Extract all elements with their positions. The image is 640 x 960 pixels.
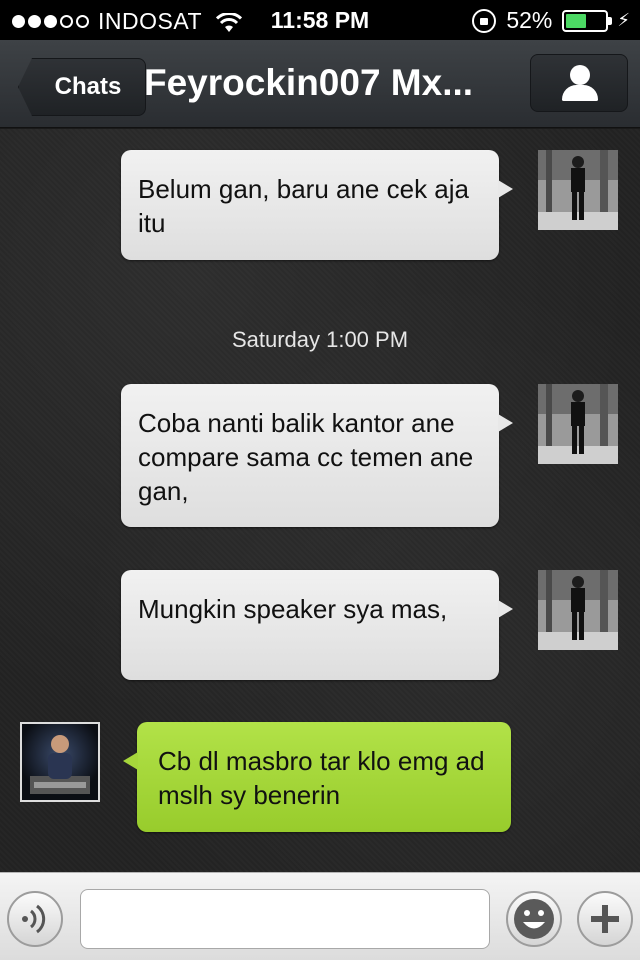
avatar[interactable] xyxy=(538,150,618,230)
message-text: Mungkin speaker sya mas, xyxy=(138,594,448,624)
rotation-lock-icon xyxy=(472,8,497,33)
message-text: Belum gan, baru ane cek aja itu xyxy=(138,174,469,238)
message-text: Coba nanti balik kantor ane compare sama… xyxy=(138,408,474,506)
back-button[interactable]: Chats xyxy=(18,58,146,116)
message-bubble-outgoing[interactable]: Mungkin speaker sya mas, xyxy=(121,570,513,680)
message-text: Cb dl masbro tar klo emg ad mslh sy bene… xyxy=(158,746,485,810)
message-bubble-outgoing[interactable]: Coba nanti balik kantor ane compare sama… xyxy=(121,384,513,527)
charging-icon: ⚡ xyxy=(617,10,630,30)
plus-button[interactable] xyxy=(577,891,633,947)
avatar[interactable] xyxy=(538,570,618,650)
back-button-label: Chats xyxy=(54,73,122,100)
message-bubble-incoming[interactable]: Cb dl masbro tar klo emg ad mslh sy bene… xyxy=(123,722,511,832)
chat-title: Feyrockin007 Mx... xyxy=(144,62,474,103)
nav-bar: Chats Feyrockin007 Mx... xyxy=(0,40,640,128)
emoji-icon xyxy=(508,899,560,949)
emoji-button[interactable] xyxy=(506,891,562,947)
battery-percent: 52% xyxy=(506,7,553,33)
plus-icon xyxy=(579,905,631,949)
avatar[interactable] xyxy=(20,722,100,802)
voice-button[interactable] xyxy=(7,891,63,947)
profile-button[interactable] xyxy=(530,54,628,112)
status-bar: INDOSAT 11:58 PM 52% ⚡ xyxy=(0,0,640,40)
message-bubble-outgoing[interactable]: Belum gan, baru ane cek aja itu xyxy=(121,150,513,260)
input-bar xyxy=(0,872,640,960)
timestamp: Saturday 1:00 PM xyxy=(231,327,409,352)
battery-icon xyxy=(562,9,613,32)
chat-area[interactable]: Belum gan, baru ane cek aja itu Saturday… xyxy=(0,129,640,872)
message-input[interactable] xyxy=(80,889,490,949)
voice-icon xyxy=(9,904,61,949)
avatar[interactable] xyxy=(538,384,618,464)
